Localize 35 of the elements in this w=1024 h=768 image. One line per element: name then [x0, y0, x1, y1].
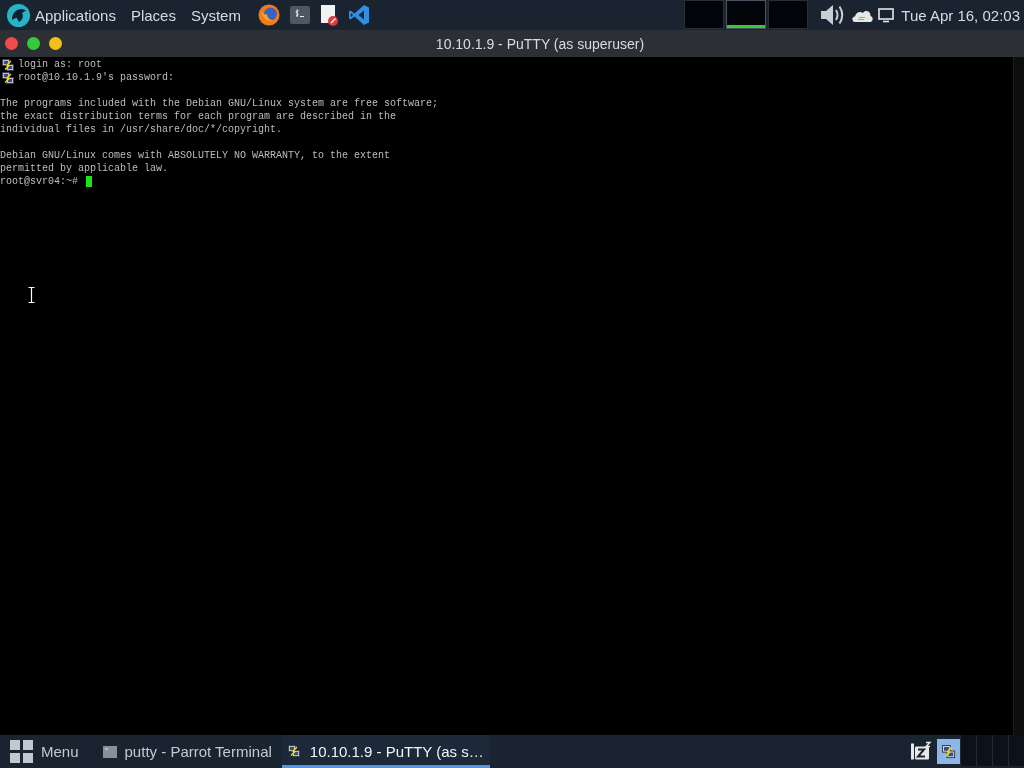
workspace-button[interactable]	[726, 0, 767, 29]
window-title: 10.10.1.9 - PuTTY (as superuser)	[434, 35, 646, 52]
network-computers-tray-icon[interactable]	[937, 739, 960, 764]
grid-icon	[10, 740, 33, 763]
scrollbar[interactable]	[1013, 57, 1024, 735]
close-button[interactable]	[5, 37, 18, 50]
task-button[interactable]: putty - Parrot Terminal	[96, 735, 278, 768]
minimize-button[interactable]	[49, 37, 62, 50]
display-icon[interactable]	[878, 7, 895, 23]
terminal-prompt: root@svr04:~#	[0, 175, 78, 188]
network-computers-icon	[2, 71, 14, 84]
terminal-line: login as: root	[18, 58, 102, 71]
task-button[interactable]: 10.10.1.9 - PuTTY (as s…	[281, 735, 490, 768]
network-computers-icon	[287, 744, 302, 759]
block-cursor-icon	[86, 176, 92, 187]
terminal-line: permitted by applicable law.	[0, 162, 169, 175]
panel-menu[interactable]: Places	[130, 4, 176, 26]
terminal-icon	[102, 745, 117, 758]
document-edit-icon[interactable]	[319, 4, 338, 26]
clock-text[interactable]: Tue Apr 16, 02:03	[901, 6, 1020, 24]
browser-icon[interactable]	[257, 4, 280, 26]
terminal-line: The programs included with the Debian GNU/Linux system are free software;	[0, 97, 439, 110]
i-beam-pointer-icon	[27, 286, 36, 304]
maximize-button[interactable]	[27, 37, 40, 50]
panel-menu[interactable]: System	[190, 4, 241, 26]
panel-menu[interactable]: Applications	[35, 4, 116, 26]
menu-button[interactable]: Menu	[0, 735, 79, 768]
code-editor-icon[interactable]	[347, 4, 370, 26]
terminal-icon[interactable]	[289, 6, 310, 24]
terminal-line: the exact distribution terms for each program are described in the	[0, 110, 397, 123]
terminal-line: Debian GNU/Linux comes with ABSOLUTELY NO WARRANTY, to the extent	[0, 149, 391, 162]
terminal-line: root@10.10.1.9's password:	[18, 71, 175, 84]
terminal-line: individual files in /usr/share/doc/*/copyright.	[0, 123, 283, 136]
bird-logo-icon[interactable]	[7, 3, 30, 27]
network-computers-icon	[2, 58, 14, 71]
